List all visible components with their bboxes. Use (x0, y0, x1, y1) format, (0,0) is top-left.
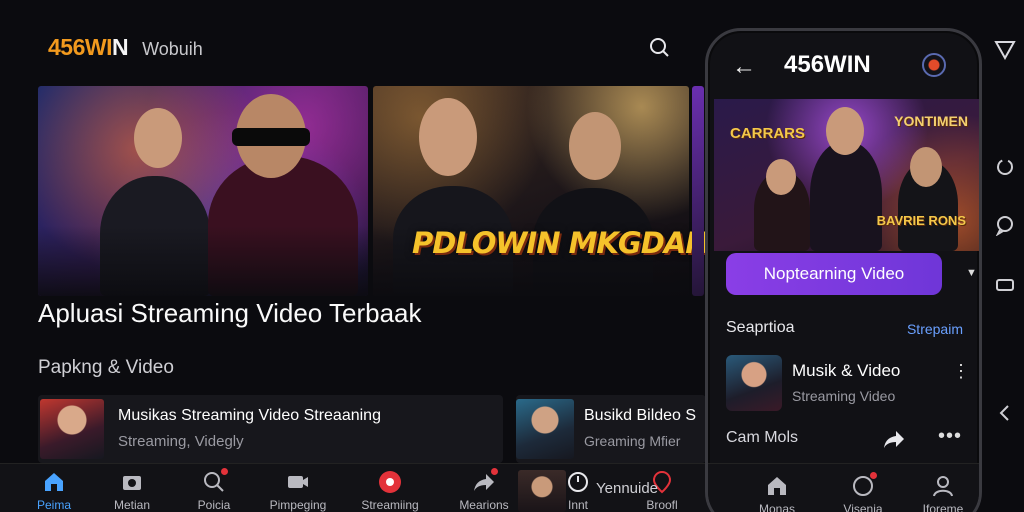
live-icon (379, 471, 401, 493)
artist-head (569, 112, 621, 180)
nav-item-poicia[interactable]: Poicia (174, 468, 254, 512)
window-icon[interactable] (994, 274, 1016, 296)
app-brand[interactable]: 456WIN Wobuih (48, 34, 203, 61)
section-title: Papkng & Video (38, 357, 174, 378)
list-item[interactable]: Musikas Streaming Video Streaaning Strea… (38, 395, 503, 463)
phone-nav-item-profile[interactable]: Iforeme (908, 474, 978, 512)
list-item-title[interactable]: Musik & Video (792, 361, 900, 381)
video-thumbnail (40, 399, 104, 459)
phone-nav-item-home[interactable]: Monas (742, 474, 812, 512)
nav-label: Monas (758, 502, 796, 512)
featured-banner-3-peek[interactable] (692, 86, 704, 296)
nav-label: Pimpeging (269, 498, 327, 512)
artist-head (826, 107, 864, 155)
nav-label: Mearions (459, 498, 509, 512)
phone-row-label: Cam Mols (726, 429, 799, 446)
notification-dot (221, 468, 228, 475)
featured-banner-1[interactable] (38, 86, 368, 296)
app-logo-icon[interactable] (922, 53, 946, 77)
poster-text-right: YONTIMEN (894, 113, 968, 129)
rotate-icon[interactable] (994, 156, 1016, 178)
phone-featured-poster[interactable]: CARRARS YONTIMEN BAVRIE RONS (714, 99, 979, 251)
chevron-down-icon[interactable]: ▼ (966, 267, 977, 279)
chat-icon[interactable] (994, 214, 1016, 236)
phone-mockup: ← 456WIN CARRARS YONTIMEN BAVRIE RONS No… (705, 28, 982, 512)
phone-app-title: 456WIN (784, 51, 871, 78)
nav-label: Peima (36, 498, 71, 512)
profile-icon (933, 476, 953, 497)
video-thumbnail (516, 399, 574, 459)
list-item-subtitle: Streaming Video (792, 388, 896, 404)
poster-text-left: CARRARS (730, 125, 805, 142)
share-icon[interactable] (882, 427, 906, 451)
mini-player-label: Yennuide (596, 480, 659, 497)
nav-label: Broofl (646, 498, 678, 512)
more-vertical-icon[interactable]: ⋮ (952, 361, 970, 382)
brand-subtitle: Wobuih (142, 39, 203, 59)
hero-title: Apluasi Streaming Video Terbaak (38, 298, 422, 328)
clock-icon (568, 472, 588, 492)
list-item[interactable]: Busikd Bildeo S Greaming Mfier (516, 395, 706, 463)
list-item-title: Musikas Streaming Video Streaaning (118, 407, 381, 424)
phone-section-link[interactable]: Strepaim (907, 321, 963, 337)
nav-label: Visenia (843, 502, 883, 512)
nav-item-home[interactable]: Peima (14, 470, 94, 512)
mini-player-thumbnail[interactable] (518, 470, 566, 512)
phone-section-title: Seaprtioa (726, 319, 795, 336)
nav-label: Metian (113, 498, 151, 512)
notification-dot (491, 468, 498, 475)
video-thumbnail[interactable] (726, 355, 782, 411)
cta-button[interactable]: Noptearning Video (726, 253, 942, 295)
camera-icon (123, 476, 141, 490)
nav-item-mearions[interactable]: Mearions (444, 468, 524, 512)
nav-item-metian[interactable]: Metian (92, 470, 172, 512)
list-item-subtitle: Streaming, Videgly (118, 433, 244, 450)
home-icon (768, 477, 786, 495)
nav-item-pimpeging[interactable]: Pimpeging (258, 470, 338, 512)
artist-figure (810, 141, 882, 251)
phone-bottom-navigation: Monas Visenia Iforeme (708, 463, 979, 512)
banner-logo-text: PDLOWIN MKGDAN (412, 226, 709, 260)
nav-label: Poicia (197, 498, 231, 512)
home-icon (45, 473, 63, 491)
list-item-subtitle: Greaming Mfier (584, 433, 681, 449)
nav-label: Iforeme (922, 502, 964, 512)
notification-dot (870, 472, 877, 479)
artist-head (766, 159, 796, 195)
video-icon (288, 476, 308, 488)
back-nav-icon[interactable] (994, 402, 1016, 424)
back-arrow-icon[interactable]: ← (732, 53, 756, 81)
nav-label: Streamiing (361, 498, 419, 512)
phone-header: ← 456WIN (708, 31, 979, 99)
brand-logo: 456WIN (48, 34, 129, 60)
signal-triangle-icon (994, 41, 1016, 60)
featured-banner-2[interactable] (373, 86, 689, 296)
list-item-title: Busikd Bildeo S (584, 407, 697, 424)
artist-head (134, 108, 182, 168)
search-icon[interactable] (648, 36, 670, 58)
more-horizontal-icon[interactable]: ••• (938, 425, 962, 448)
artist-head (910, 147, 942, 187)
nav-item-streaming[interactable]: Streamiing (350, 470, 430, 512)
phone-nav-item-visenia[interactable]: Visenia (828, 472, 898, 512)
sunglasses (232, 128, 310, 146)
poster-text-bottom: BAVRIE RONS (876, 213, 966, 228)
artist-head (419, 98, 477, 176)
